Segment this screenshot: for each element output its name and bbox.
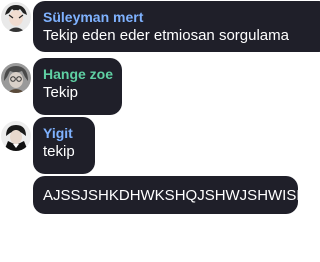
- user-avatar-icon: [1, 2, 31, 32]
- message-text: tekip: [43, 143, 75, 160]
- message-bubble[interactable]: Hange zoe Tekip: [33, 58, 122, 115]
- avatar[interactable]: [1, 121, 31, 151]
- avatar[interactable]: [1, 63, 31, 93]
- sender-name[interactable]: Hange zoe: [43, 66, 113, 83]
- message-text: AJSSJSHKDHWKSHQJSHWJSHWISH: [43, 187, 308, 204]
- message-bubble[interactable]: AJSSJSHKDHWKSHQJSHWJSHWISH: [33, 176, 308, 214]
- message-bubble[interactable]: Süleyman mert Tekip eden eder etmiosan s…: [33, 1, 320, 52]
- user-avatar-icon: [1, 63, 31, 93]
- chat-thread: Süleyman mert Tekip eden eder etmiosan s…: [0, 0, 320, 262]
- message-text: Tekip eden eder etmiosan sorgulama: [43, 27, 289, 44]
- sender-name[interactable]: Süleyman mert: [43, 9, 320, 26]
- avatar[interactable]: [1, 2, 31, 32]
- message-text: Tekip: [43, 84, 79, 101]
- sender-name[interactable]: Yigit: [43, 125, 85, 142]
- user-avatar-icon: [1, 121, 31, 151]
- message-bubble[interactable]: Yigit tekip: [33, 117, 95, 174]
